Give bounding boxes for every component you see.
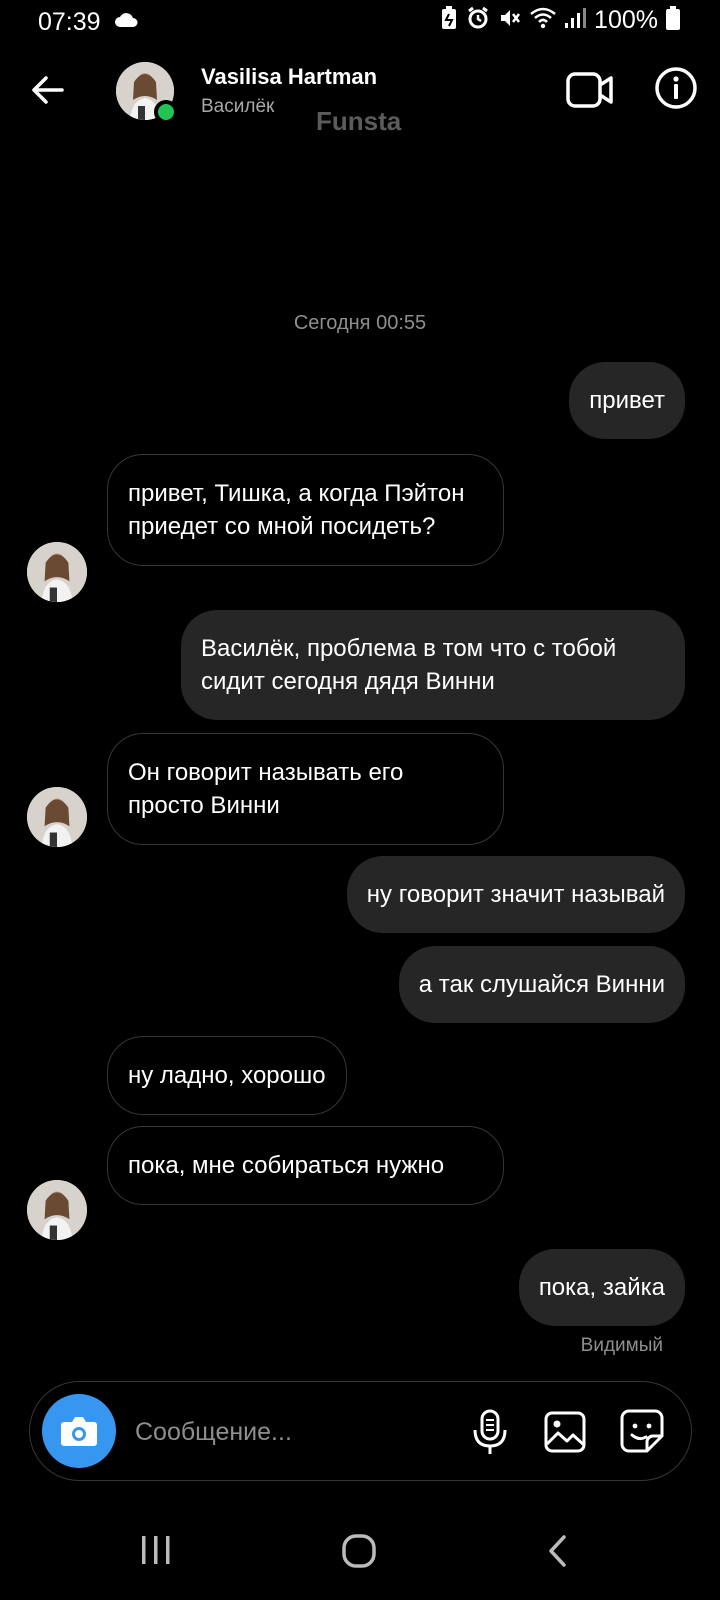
battery-saver-icon	[440, 6, 458, 35]
back-arrow-icon[interactable]	[26, 68, 70, 112]
battery-percent: 100%	[594, 6, 658, 34]
sticker-icon[interactable]	[619, 1408, 665, 1454]
message-outgoing[interactable]: ну говорит значит называй	[346, 856, 685, 933]
message-incoming[interactable]: привет, Тишка, а когда Пэйтон приедет со…	[107, 454, 504, 566]
message-outgoing[interactable]: Василёк, проблема в том что с тобой сиди…	[181, 610, 685, 720]
message-composer	[29, 1381, 692, 1481]
recents-icon[interactable]	[140, 1534, 172, 1571]
online-status-dot	[154, 100, 178, 124]
cloud-icon	[114, 12, 138, 33]
chat-header: Vasilisa Hartman Василёк Funsta	[0, 46, 720, 146]
avatar[interactable]	[27, 1180, 87, 1240]
status-icons: 100%	[440, 6, 680, 35]
status-time: 07:39	[38, 8, 101, 36]
avatar[interactable]	[27, 542, 87, 602]
message-outgoing[interactable]: а так слушайся Винни	[398, 946, 685, 1023]
gallery-icon[interactable]	[543, 1410, 587, 1454]
contact-name[interactable]: Vasilisa Hartman	[201, 64, 377, 90]
alarm-icon	[466, 6, 490, 35]
date-separator: Сегодня 00:55	[293, 312, 427, 334]
avatar[interactable]	[27, 787, 87, 847]
watermark-label: Funsta	[316, 106, 402, 136]
message-outgoing[interactable]: привет	[569, 362, 685, 439]
message-input[interactable]	[135, 1410, 455, 1454]
message-thread[interactable]: Сегодня 00:55 привет привет, Тишка, а ко…	[0, 146, 720, 1376]
home-icon[interactable]	[341, 1534, 377, 1573]
video-call-icon[interactable]	[566, 68, 614, 112]
microphone-icon[interactable]	[468, 1408, 512, 1456]
message-incoming[interactable]: пока, мне собираться нужно	[107, 1126, 504, 1205]
status-bar: 07:39 100%	[0, 0, 720, 46]
battery-icon	[666, 6, 680, 35]
nav-back-icon[interactable]	[546, 1534, 570, 1573]
signal-icon	[564, 7, 587, 34]
contact-avatar[interactable]	[116, 62, 178, 124]
camera-button[interactable]	[42, 1394, 116, 1468]
contact-username[interactable]: Василёк	[201, 96, 274, 118]
system-nav-bar	[0, 1500, 720, 1600]
message-incoming[interactable]: Он говорит называть его просто Винни	[107, 733, 504, 845]
info-icon[interactable]	[654, 66, 698, 110]
message-incoming[interactable]: ну ладно, хорошо	[107, 1036, 347, 1115]
mute-icon	[498, 6, 522, 35]
message-outgoing[interactable]: пока, зайка	[518, 1249, 685, 1326]
camera-icon	[61, 1417, 97, 1446]
wifi-icon	[530, 7, 556, 34]
seen-status: Видимый	[580, 1335, 663, 1356]
